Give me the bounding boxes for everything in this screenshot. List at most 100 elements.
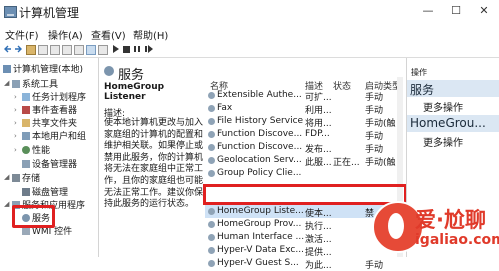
gear-icon [104, 66, 114, 76]
table-row[interactable]: Extensible Authe... 可扩... 手动 [205, 89, 403, 103]
service-gear-icon [208, 131, 215, 138]
event-log-icon [22, 106, 30, 114]
export-list-icon[interactable] [74, 45, 84, 55]
tree-item-event-viewer[interactable]: 事件查看器 [22, 103, 77, 116]
description-panel: HomeGroup Listener 描述: 使本地计算机更改与加入 家庭组的计… [100, 80, 204, 257]
service-gear-icon [208, 247, 215, 254]
more-actions-link[interactable]: 更多操作 [423, 134, 463, 149]
service-gear-icon [208, 92, 215, 99]
service-name: Group Policy Clie... [217, 168, 302, 178]
menu-help[interactable]: 帮助(H) [133, 27, 168, 42]
tools-icon [12, 80, 20, 88]
service-gear-icon [208, 170, 215, 177]
collapse-arrow-icon[interactable]: › [14, 132, 17, 140]
clock-icon [22, 93, 30, 101]
service-description: FDP... [305, 129, 330, 139]
folder-icon [22, 119, 30, 127]
expand-arrow-icon[interactable]: ◢ [4, 173, 9, 181]
service-gear-icon [208, 144, 215, 151]
toolbar [0, 42, 499, 58]
show-hide-tree-icon[interactable] [38, 45, 48, 55]
menu-view[interactable]: 查看(V) [91, 27, 126, 42]
table-row[interactable]: Group Policy Clie... [205, 167, 403, 180]
watermark-url: igaliao.com [415, 232, 499, 248]
properties-icon[interactable] [50, 45, 60, 55]
menu-action[interactable]: 操作(A) [48, 27, 83, 42]
restart-icon[interactable] [145, 45, 153, 53]
table-row[interactable]: Function Discove... 发布... 手动 [205, 141, 403, 155]
table-row[interactable]: Fax 利用... 手动 [205, 102, 403, 116]
collapse-arrow-icon[interactable]: › [14, 93, 17, 101]
device-manager-icon [22, 160, 30, 168]
view-icon[interactable] [98, 45, 108, 55]
play-icon[interactable] [112, 45, 120, 53]
menu-bar: 文件(F) 操作(A) 查看(V) 帮助(H) [0, 25, 499, 42]
services-highlight-box [12, 205, 55, 228]
minimize-button[interactable]: — [418, 4, 438, 17]
expand-arrow-icon[interactable]: ◢ [4, 79, 9, 87]
services-panel: 服务 HomeGroup Listener 描述: 使本地计算机更改与加入 家庭… [100, 58, 405, 271]
maximize-button[interactable]: ☐ [446, 4, 466, 17]
service-name: Hyper-V Guest S... [217, 258, 299, 268]
computer-icon [3, 65, 11, 73]
up-folder-icon[interactable] [26, 45, 36, 55]
service-description: 为此... [305, 261, 332, 271]
description-text: 使本地计算机更改与加入 家庭组的计算机的配置和 维护相关联。如果停止或 禁用此服… [104, 118, 204, 210]
service-name: Fax [217, 103, 233, 113]
service-gear-icon [208, 221, 215, 228]
service-name: Geolocation Serv... [217, 155, 302, 165]
expand-arrow-icon[interactable]: ◢ [4, 200, 9, 208]
disk-icon [22, 188, 30, 196]
service-name: HomeGroup Prov... [217, 219, 302, 229]
table-row[interactable]: Hyper-V Guest S... 为此... 手动 [205, 257, 403, 271]
service-name: Hyper-V Data Exc... [217, 245, 304, 255]
tree-item-device-manager[interactable]: 设备管理器 [22, 157, 77, 170]
tree-item-shared-folders[interactable]: 共享文件夹 [22, 116, 77, 129]
users-icon [22, 132, 30, 140]
service-name: Extensible Authe... [217, 90, 302, 100]
actions-section-services[interactable]: 服务 [407, 80, 499, 97]
tree-item-performance[interactable]: 性能 [22, 143, 50, 156]
tree-item-storage[interactable]: 存储 [12, 171, 40, 184]
forward-arrow-icon[interactable] [14, 45, 22, 53]
actions-section-homegroup[interactable]: HomeGrou... [407, 115, 499, 132]
help-icon[interactable] [86, 45, 96, 55]
service-name: HomeGroup Liste... [217, 206, 304, 216]
service-name: File History Service [217, 116, 304, 126]
table-row[interactable]: Hyper-V Data Exc... 提供... [205, 244, 403, 258]
service-name: Human Interface ... [217, 232, 305, 242]
tree-item-system-tools[interactable]: 系统工具 [12, 77, 58, 90]
service-gear-icon [208, 208, 215, 215]
service-gear-icon [208, 260, 215, 267]
tree-item-computer-management-local[interactable]: 计算机管理(本地) [3, 62, 83, 75]
performance-icon [22, 146, 30, 154]
close-button[interactable]: ✕ [474, 4, 494, 17]
menu-file[interactable]: 文件(F) [5, 27, 39, 42]
collapse-arrow-icon[interactable]: › [14, 146, 17, 154]
back-arrow-icon[interactable] [4, 45, 12, 53]
refresh-icon[interactable] [62, 45, 72, 55]
collapse-arrow-icon[interactable]: › [14, 106, 17, 114]
storage-icon [12, 174, 20, 182]
watermark-text: 爱·尬聊 [415, 208, 486, 232]
table-row[interactable]: File History Service 将用... 手动(触 [205, 115, 403, 129]
window-title: 计算机管理 [19, 6, 80, 20]
collapse-arrow-icon[interactable]: › [14, 119, 17, 127]
stop-icon[interactable] [123, 46, 130, 53]
service-gear-icon [208, 234, 215, 241]
homegroup-listener-highlight-box [203, 184, 407, 205]
table-row[interactable]: Geolocation Serv... 此服... 正在... 手动(触 [205, 154, 403, 168]
pause-icon[interactable] [133, 45, 141, 53]
selected-service-name: HomeGroup Listener [104, 82, 165, 102]
more-actions-link[interactable]: 更多操作 [423, 99, 463, 114]
service-gear-icon [208, 157, 215, 164]
tree-item-disk-management[interactable]: 磁盘管理 [22, 185, 68, 198]
wmi-icon [22, 227, 30, 235]
table-row[interactable]: Function Discove... FDP... 手动 [205, 128, 403, 142]
computer-management-icon [4, 6, 17, 18]
service-gear-icon [208, 105, 215, 112]
title-bar: 计算机管理 — ☐ ✕ [0, 0, 499, 24]
tree-item-task-scheduler[interactable]: 任务计划程序 [22, 90, 86, 103]
tree-item-local-users-groups[interactable]: 本地用户和组 [22, 129, 86, 142]
service-name: Function Discove... [217, 142, 303, 152]
